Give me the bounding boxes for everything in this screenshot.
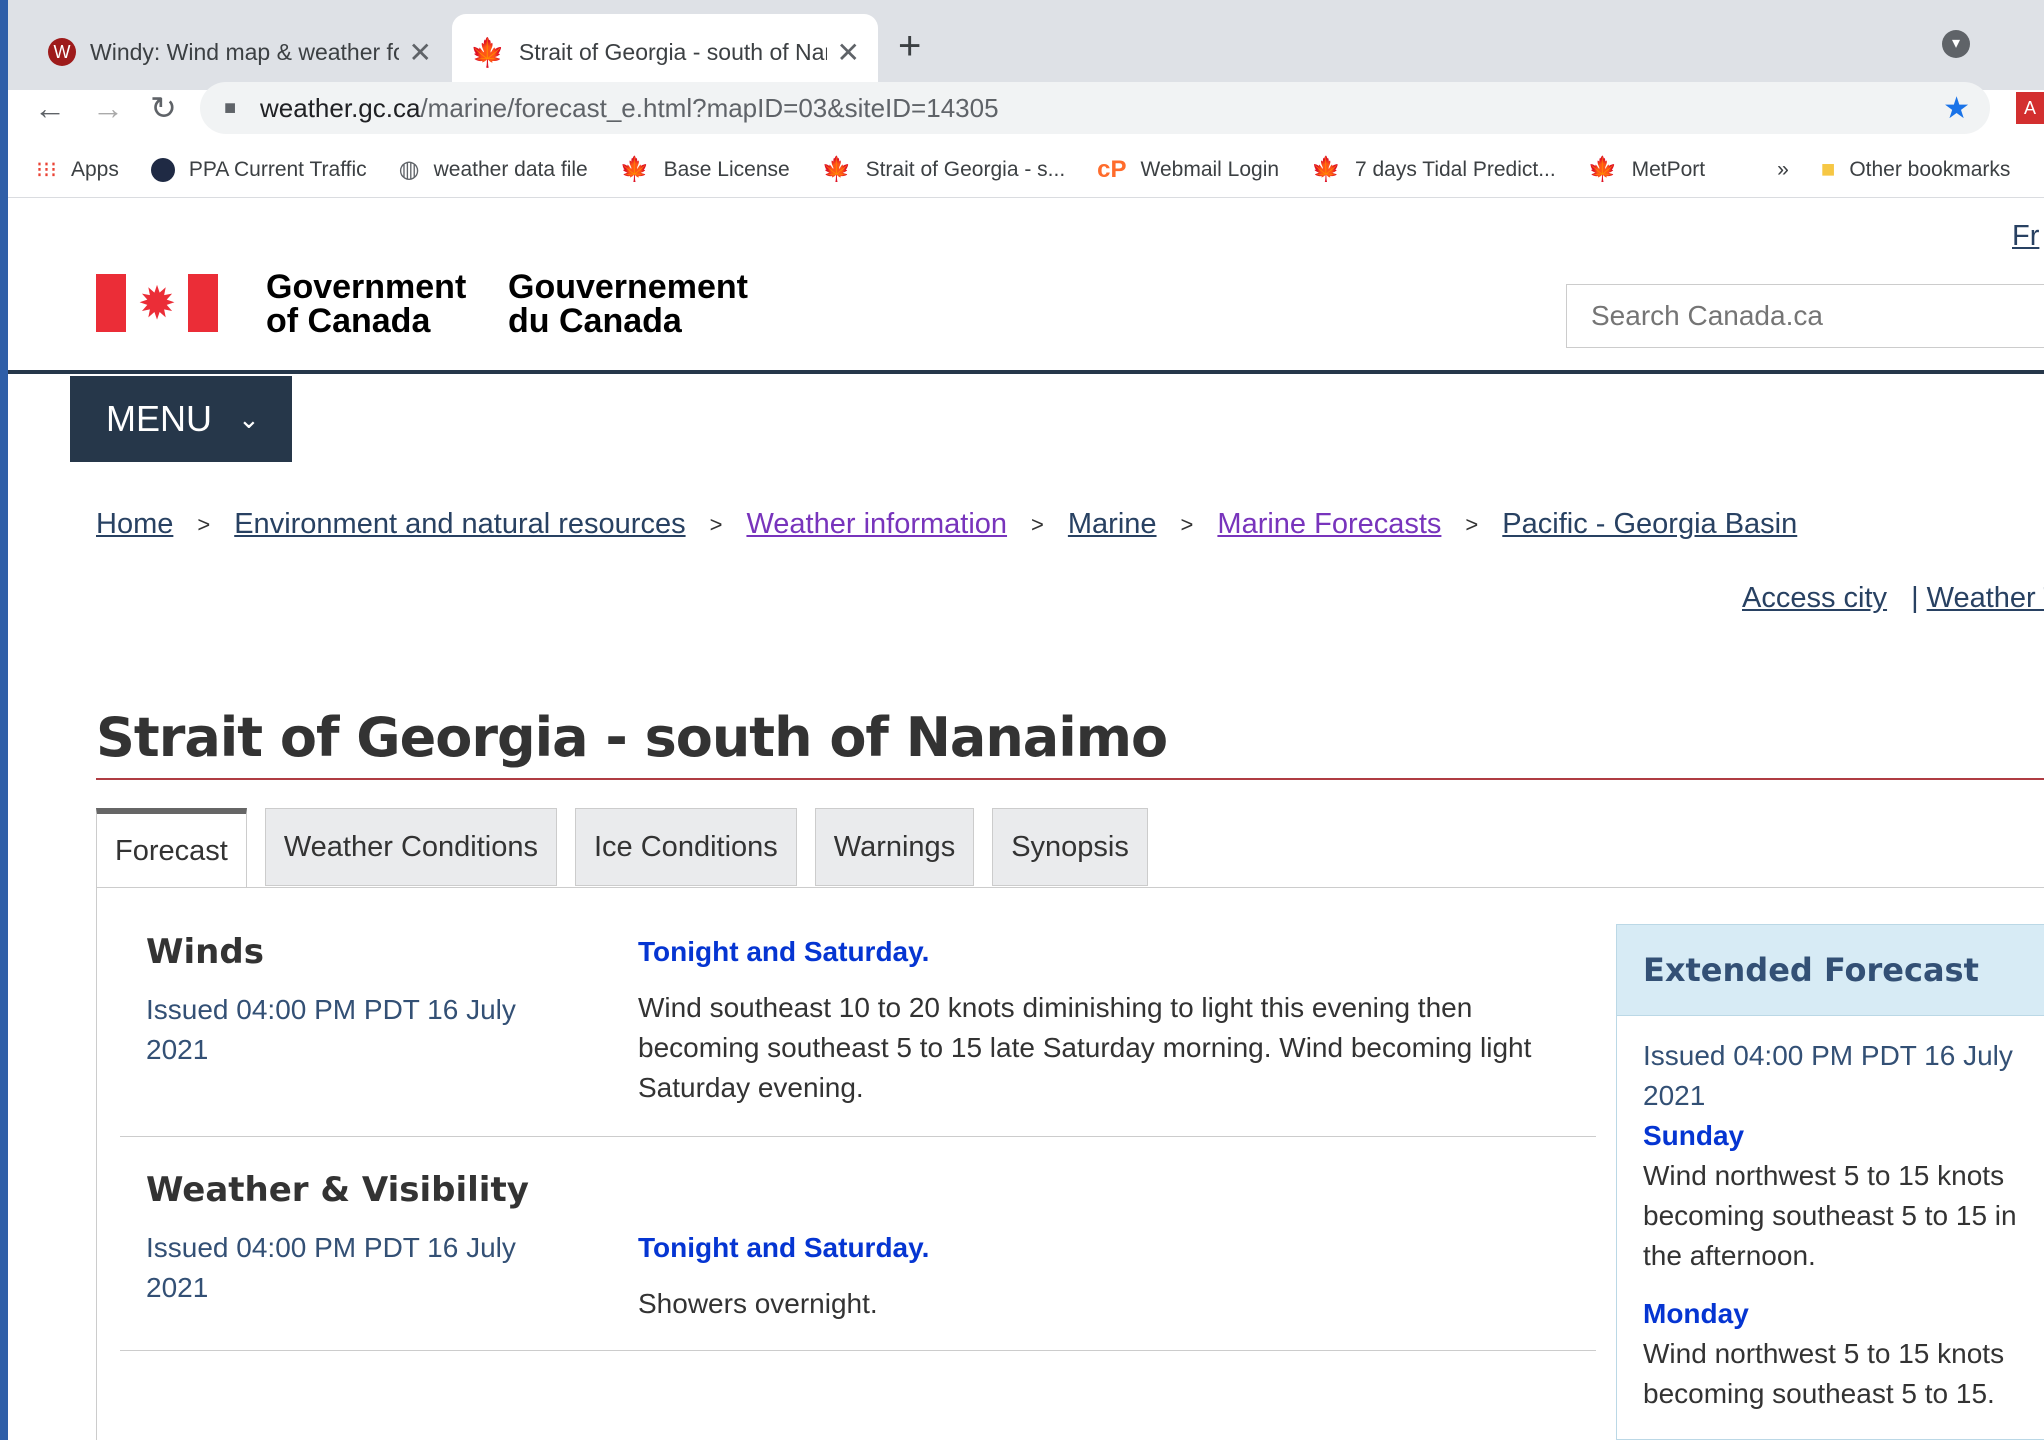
globe-icon: ◍: [398, 156, 420, 183]
bookmark-label: Apps: [70, 157, 119, 181]
maple-leaf-icon: 🍁: [619, 156, 650, 183]
bookmark-label: Webmail Login: [1140, 157, 1280, 181]
new-tab-button[interactable]: +: [898, 24, 921, 69]
menu-button[interactable]: MENU ⌄: [70, 376, 292, 462]
bookmark-ppa[interactable]: PPA Current Traffic: [150, 157, 367, 182]
extended-day-monday: Monday: [1643, 1298, 1749, 1329]
maple-leaf-icon: 🍁: [1311, 156, 1341, 183]
maple-leaf-icon: ✹: [126, 274, 188, 332]
maple-leaf-icon: 🍁: [1587, 156, 1618, 183]
search-canada-field[interactable]: [1566, 284, 2044, 348]
extended-forecast-panel: Extended Forecast Issued 04:00 PM PDT 16…: [1616, 924, 2044, 1440]
winds-heading: Winds: [146, 932, 264, 972]
bookmark-base-license[interactable]: 🍁 Base License: [620, 155, 790, 184]
language-toggle-link[interactable]: Fr: [2012, 220, 2039, 253]
weather-visibility-text: Showers overnight.: [638, 1288, 878, 1319]
bookmark-label: PPA Current Traffic: [188, 157, 367, 181]
maple-leaf-icon: 🍁: [821, 156, 852, 183]
breadcrumb-pacific-georgia-basin[interactable]: Pacific - Georgia Basin: [1502, 508, 1797, 541]
menu-label: MENU: [106, 398, 212, 439]
bookmark-label: Other bookmarks: [1849, 157, 2011, 181]
extended-text-sunday: Wind northwest 5 to 15 knots becoming so…: [1643, 1160, 2017, 1271]
bookmarks-bar: ⁝⁝⁝ Apps PPA Current Traffic ◍ weather d…: [8, 142, 2044, 198]
tab-search-icon[interactable]: ▾: [1942, 30, 1970, 58]
bookmark-strait[interactable]: 🍁 Strait of Georgia - s...: [822, 155, 1065, 184]
bookmark-label: MetPort: [1631, 157, 1706, 181]
breadcrumb-environment[interactable]: Environment and natural resources: [234, 508, 685, 541]
other-bookmarks[interactable]: ■ Other bookmarks: [1821, 156, 2011, 184]
breadcrumb-weather-information[interactable]: Weather information: [746, 508, 1007, 541]
folder-icon: ■: [1820, 155, 1836, 183]
tab-synopsis[interactable]: Synopsis: [992, 808, 1148, 886]
tab-warnings[interactable]: Warnings: [814, 808, 975, 886]
bookmark-label: weather data file: [433, 157, 588, 181]
extended-forecast-heading: Extended Forecast: [1617, 925, 2044, 1016]
url-path: /marine/forecast_e.html?mapID=03&siteID=…: [420, 92, 999, 123]
bookmark-label: Base License: [663, 157, 790, 181]
winds-period: Tonight and Saturday.: [638, 936, 930, 967]
section-divider: [120, 1136, 1596, 1137]
weather-tools-link[interactable]: Weather T: [1927, 582, 2044, 614]
browser-tab-strait[interactable]: 🍁 Strait of Georgia - south of Nanaimo ✕: [452, 14, 878, 90]
extended-issued: Issued 04:00 PM PDT 16 July 2021: [1643, 1040, 2013, 1111]
tab-title: Strait of Georgia - south of Nanaimo: [518, 38, 827, 65]
gov-wordmark-en: Government of Canada: [266, 268, 467, 340]
section-divider: [120, 1350, 1596, 1351]
breadcrumb-marine[interactable]: Marine: [1068, 508, 1157, 541]
breadcrumb-home[interactable]: Home: [96, 508, 173, 541]
maple-leaf-icon: 🍁: [470, 36, 505, 68]
bookmarks-overflow-button[interactable]: »: [1777, 158, 1789, 182]
weather-visibility-period: Tonight and Saturday.: [638, 1232, 930, 1263]
extended-text-monday: Wind northwest 5 to 15 knots becoming so…: [1643, 1338, 2005, 1409]
bookmark-weather-data[interactable]: ◍ weather data file: [399, 155, 588, 184]
gov-wordmark-fr: Gouvernement du Canada: [508, 268, 748, 340]
access-city-link[interactable]: Access city: [1742, 582, 1887, 614]
tab-weather-conditions[interactable]: Weather Conditions: [264, 808, 557, 886]
winds-issued: Issued 04:00 PM PDT 16 July 2021: [146, 994, 516, 1065]
winds-text: Wind southeast 10 to 20 knots diminishin…: [638, 992, 1532, 1103]
weather-visibility-issued: Issued 04:00 PM PDT 16 July 2021: [146, 1232, 516, 1303]
search-input[interactable]: [1589, 299, 2044, 333]
page-title: Strait of Georgia - south of Nanaimo: [96, 706, 1168, 769]
pdf-extension-icon[interactable]: A: [2016, 92, 2044, 124]
bookmark-tidal[interactable]: 🍁 7 days Tidal Predict...: [1311, 155, 1556, 184]
breadcrumb: Home > Environment and natural resources…: [96, 508, 1798, 541]
tab-title: Windy: Wind map & weather forecast: [90, 38, 399, 65]
bookmark-metport[interactable]: 🍁 MetPort: [1588, 155, 1705, 184]
extended-day-sunday: Sunday: [1643, 1120, 1745, 1151]
close-tab-icon[interactable]: ✕: [827, 36, 860, 69]
bookmark-apps[interactable]: ⁝⁝⁝ Apps: [36, 157, 119, 183]
window-edge: [0, 0, 8, 1440]
secondary-links: Access city |Weather T: [1742, 582, 2044, 615]
breadcrumb-marine-forecasts[interactable]: Marine Forecasts: [1217, 508, 1441, 541]
url-host: weather.gc.ca: [260, 92, 421, 123]
tab-forecast[interactable]: Forecast: [96, 808, 247, 888]
overflow-label: »: [1777, 157, 1789, 181]
weather-visibility-heading: Weather & Visibility: [146, 1170, 529, 1210]
browser-tab-windy[interactable]: W Windy: Wind map & weather forecast ✕: [30, 14, 450, 90]
cpanel-icon: cP: [1097, 155, 1127, 183]
web-page: Fr ✹ Government of Canada Gouvernement d…: [8, 198, 2044, 1440]
bookmark-label: Strait of Georgia - s...: [865, 157, 1066, 181]
back-arrow-icon[interactable]: ←: [34, 88, 66, 128]
close-tab-icon[interactable]: ✕: [399, 36, 432, 69]
reload-icon[interactable]: ↻: [150, 88, 177, 128]
ppa-icon: [150, 157, 175, 182]
lock-icon: ■: [224, 96, 237, 119]
address-bar[interactable]: ■ weather.gc.ca/marine/forecast_e.html?m…: [200, 82, 1990, 134]
forecast-tabs: Forecast Weather Conditions Ice Conditio…: [96, 808, 1166, 888]
apps-grid-icon: ⁝⁝⁝: [36, 156, 57, 182]
title-underline: [96, 778, 2044, 780]
header-divider: [8, 370, 2044, 374]
tab-ice-conditions[interactable]: Ice Conditions: [575, 808, 797, 886]
bookmark-label: 7 days Tidal Predict...: [1354, 157, 1556, 181]
bookmark-star-icon[interactable]: ★: [1943, 91, 1970, 126]
bookmark-webmail[interactable]: cP Webmail Login: [1097, 156, 1279, 184]
chevron-down-icon: ⌄: [238, 403, 260, 434]
forward-arrow-icon[interactable]: →: [92, 88, 124, 128]
canada-flag-logo: ✹: [96, 274, 218, 332]
windy-icon: W: [48, 38, 76, 66]
